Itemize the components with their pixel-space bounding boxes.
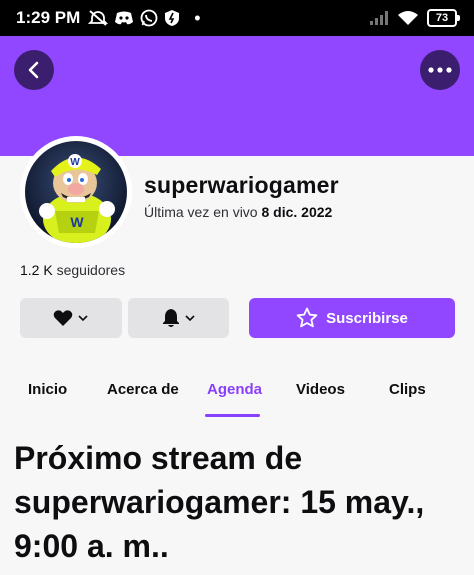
channel-tabs: Inicio Acerca de Agenda Videos Clips — [0, 372, 474, 418]
back-button[interactable] — [14, 50, 54, 90]
bell-icon — [162, 309, 179, 327]
subscribe-label: Suscribirse — [326, 309, 408, 327]
followers-label: seguidores — [52, 262, 126, 278]
status-time: 1:29 PM — [16, 8, 81, 27]
tab-inicio[interactable]: Inicio — [28, 372, 67, 418]
active-tab-indicator — [205, 414, 260, 417]
more-dots-icon — [428, 67, 452, 73]
signal-icon — [370, 11, 388, 25]
battery-level: 73 — [427, 9, 457, 27]
last-live-date: 8 dic. 2022 — [261, 204, 333, 220]
followers-number: 1.2 K — [20, 262, 53, 278]
whatsapp-icon — [140, 9, 158, 27]
follow-button[interactable] — [20, 298, 122, 338]
shield-icon — [165, 10, 180, 26]
avatar-image: W W — [25, 141, 127, 243]
status-more-dot: • — [194, 8, 201, 28]
svg-text:W: W — [70, 157, 80, 168]
more-options-button[interactable] — [420, 50, 460, 90]
last-live-prefix: Última vez en vivo — [144, 204, 262, 220]
heart-icon — [53, 310, 73, 326]
last-live-text: Última vez en vivo 8 dic. 2022 — [144, 204, 332, 220]
discord-icon — [115, 11, 134, 25]
tab-agenda[interactable]: Agenda — [207, 372, 262, 418]
tab-acerca-de[interactable]: Acerca de — [107, 372, 179, 418]
chevron-left-icon — [28, 61, 39, 79]
tab-videos[interactable]: Videos — [296, 372, 345, 418]
status-system-icons: 73 — [369, 9, 460, 27]
battery-icon: 73 — [427, 9, 460, 27]
status-notification-icons — [88, 9, 180, 27]
subscribe-button[interactable]: Suscribirse — [249, 298, 455, 338]
notifications-button[interactable] — [128, 298, 229, 338]
next-stream-headline: Próximo stream de superwariogamer: 15 ma… — [14, 440, 425, 564]
channel-avatar[interactable]: W W — [20, 136, 132, 248]
star-icon — [296, 307, 318, 328]
wifi-icon — [398, 11, 418, 25]
followers-count: 1.2 K seguidores — [20, 262, 125, 278]
channel-name: superwariogamer — [144, 172, 339, 198]
tab-clips[interactable]: Clips — [389, 372, 426, 418]
mute-icon — [88, 10, 109, 26]
svg-text:W: W — [70, 214, 84, 230]
status-bar: 1:29 PM • 73 — [0, 0, 474, 36]
chevron-down-icon — [78, 315, 88, 322]
chevron-down-icon — [184, 315, 195, 322]
